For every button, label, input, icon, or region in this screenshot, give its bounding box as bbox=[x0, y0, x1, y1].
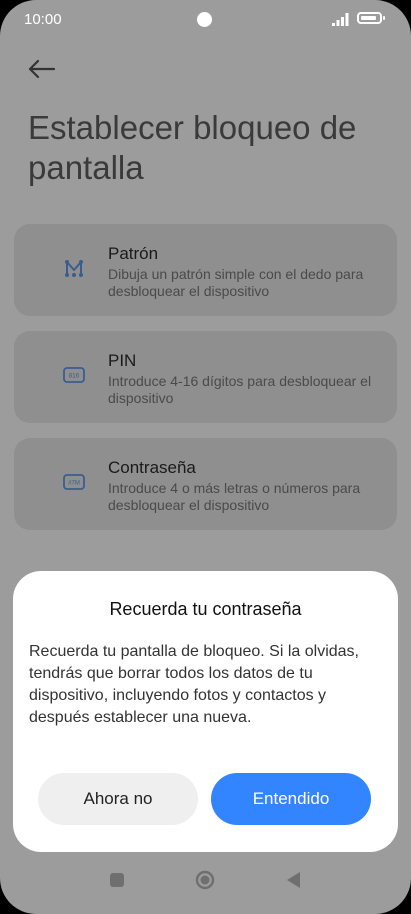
remember-password-dialog: Recuerda tu contraseña Recuerda tu panta… bbox=[13, 571, 398, 852]
navigation-bar bbox=[0, 854, 411, 914]
pattern-icon bbox=[65, 260, 83, 277]
option-password[interactable]: #7M Contraseña Introduce 4 o más letras … bbox=[14, 438, 397, 530]
recents-icon[interactable] bbox=[110, 873, 124, 887]
phone-screen: 10:00 Establecer bloqueo de pantalla Pat… bbox=[0, 0, 411, 914]
dialog-title: Recuerda tu contraseña bbox=[109, 599, 302, 619]
option-pin-title: PIN bbox=[108, 351, 137, 370]
home-icon[interactable] bbox=[195, 870, 215, 890]
password-icon: #7M bbox=[63, 474, 85, 490]
option-pattern[interactable]: Patrón Dibuja un patrón simple con el de… bbox=[14, 224, 397, 316]
understood-button[interactable]: Entendido bbox=[211, 773, 371, 825]
not-now-button[interactable]: Ahora no bbox=[38, 773, 198, 825]
option-pin-description: Introduce 4-16 dígitos para desbloquear … bbox=[108, 373, 372, 406]
signal-icon bbox=[332, 13, 349, 26]
option-pattern-description: Dibuja un patrón simple con el dedo para… bbox=[108, 266, 364, 299]
status-bar: 10:00 bbox=[0, 0, 411, 40]
nav-back-icon[interactable] bbox=[285, 870, 301, 890]
option-password-description: Introduce 4 o más letras o números para … bbox=[108, 480, 361, 513]
dialog-message: Recuerda tu pantalla de bloqueo. Si la o… bbox=[29, 643, 359, 726]
pin-icon: 816 bbox=[63, 367, 85, 383]
option-pattern-title: Patrón bbox=[108, 244, 159, 263]
option-password-title: Contraseña bbox=[108, 458, 196, 477]
status-time: 10:00 bbox=[24, 11, 62, 28]
back-arrow-icon[interactable] bbox=[26, 56, 60, 82]
battery-icon bbox=[357, 12, 385, 24]
pin-icon-text: 816 bbox=[69, 373, 80, 380]
option-pin[interactable]: 816 PIN Introduce 4-16 dígitos para desb… bbox=[14, 331, 397, 423]
front-camera bbox=[197, 12, 212, 27]
page-title: Establecer bloqueo de pantalla bbox=[28, 109, 357, 186]
password-icon-text: #7M bbox=[68, 481, 80, 487]
